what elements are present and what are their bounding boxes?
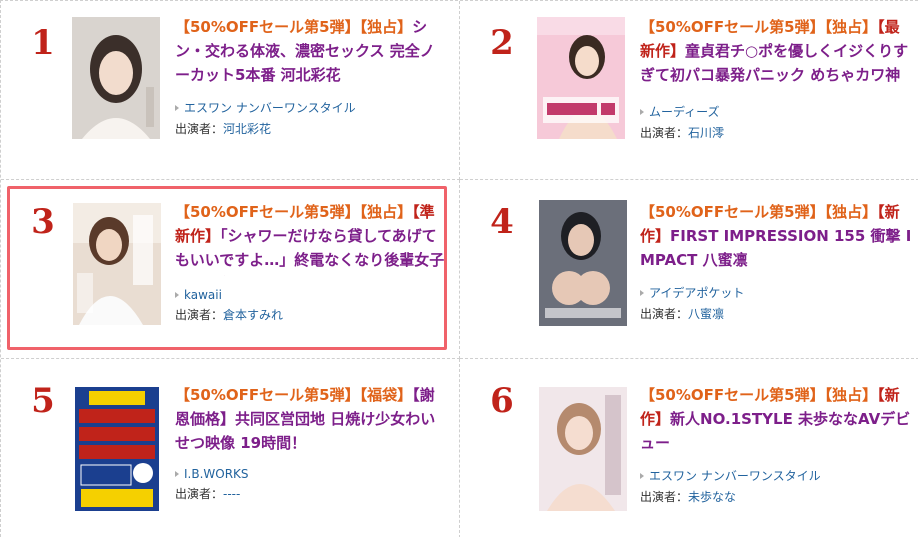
maker-link[interactable]: ムーディーズ [640,103,912,120]
sale-tag: 【50%OFFセール第5弾】 [175,18,360,36]
maker-name[interactable]: I.B.WORKS [184,467,249,481]
product-title[interactable]: 【50%OFFセール第5弾】【独占】シン・交わる体液、濃密セックス 完全ノーカッ… [175,15,447,87]
cast-link[interactable]: 八蜜凛 [688,307,724,321]
triangle-right-icon [175,292,179,298]
triangle-right-icon [175,104,179,111]
triangle-right-icon [640,108,644,115]
rank-number: 4 [490,202,514,242]
ranking-item[interactable]: 2 【50%OFFセール第5弾】【独占】【最新作】童貞君チ○ポを優しくイジくりす… [460,1,918,180]
cast-link[interactable]: 未歩なな [688,490,736,504]
sale-tag: 【50%OFFセール第5弾】 [640,203,825,221]
exclusive-tag: 【独占】 [824,386,878,404]
triangle-right-icon [640,289,644,296]
sale-tag: 【50%OFFセール第5弾】 [640,18,825,36]
maker-link[interactable]: kawaii [175,288,447,302]
product-thumbnail[interactable] [539,200,627,326]
rank-number: 2 [490,23,514,63]
product-title[interactable]: 【50%OFFセール第5弾】【独占】【準新作】「シャワーだけなら貸してあげてもい… [175,200,447,276]
triangle-right-icon [175,471,179,477]
exclusive-tag: 【独占】 [824,18,878,36]
rank-number: 3 [31,202,55,242]
rank-number: 1 [31,23,55,63]
product-title[interactable]: 【50%OFFセール第5弾】【福袋】【謝恩価格】共同区営団地 日焼け少女わいせつ… [175,383,447,455]
triangle-right-icon [640,472,644,479]
cast-label: 出演者： [640,126,689,140]
product-title[interactable]: 【50%OFFセール第5弾】【独占】【最新作】童貞君チ○ポを優しくイジくりすぎて… [640,15,912,91]
ranking-item[interactable]: 3 【50%OFFセール第5弾】【独占】【準新作】「シャワーだけなら貸してあげて… [1,180,460,359]
thumbnail-image-2 [537,17,625,139]
rank-number: 5 [31,381,55,421]
thumbnail-image-3 [73,203,161,325]
cast-line: 出演者：倉本すみれ [175,306,447,323]
ranking-item[interactable]: 5 【50%OFFセール第5弾】【福袋】【謝恩価格】共同区営団地 日焼け少女わい… [1,359,460,537]
cast-label: 出演者： [175,487,224,501]
cast-link[interactable]: ---- [223,487,240,501]
cast-link[interactable]: 倉本すみれ [223,308,283,322]
cast-line: 出演者：未歩なな [640,488,912,505]
title-text: FIRST IMPRESSION 155 衝撃 IMPACT 八蜜凛 [640,227,912,269]
bundle-tag: 【福袋】 [359,386,413,404]
ranking-item[interactable]: 4 【50%OFFセール第5弾】【独占】【新作】FIRST IMPRESSION… [460,180,918,359]
cast-link[interactable]: 石川澪 [688,126,724,140]
thumbnail-image-1 [72,17,160,139]
product-title[interactable]: 【50%OFFセール第5弾】【独占】【新作】FIRST IMPRESSION 1… [640,200,912,272]
cast-link[interactable]: 河北彩花 [223,122,271,136]
product-thumbnail[interactable] [72,17,160,139]
maker-name[interactable]: kawaii [184,288,222,302]
maker-name[interactable]: エスワン ナンバーワンスタイル [184,99,356,116]
cast-label: 出演者： [175,308,224,322]
thumbnail-image-6 [539,387,627,511]
sale-tag: 【50%OFFセール第5弾】 [175,386,360,404]
sale-tag: 【50%OFFセール第5弾】 [175,203,360,221]
ranking-grid: 1 【50%OFFセール第5弾】【独占】シン・交わる体液、濃密セックス 完全ノー… [0,0,918,537]
ranking-item[interactable]: 1 【50%OFFセール第5弾】【独占】シン・交わる体液、濃密セックス 完全ノー… [1,1,460,180]
product-title[interactable]: 【50%OFFセール第5弾】【独占】【新作】新人NO.1STYLE 未歩ななAV… [640,383,912,455]
product-thumbnail[interactable] [537,17,625,139]
maker-link[interactable]: I.B.WORKS [175,467,447,481]
thumbnail-image-5 [75,387,159,511]
exclusive-tag: 【独占】 [359,203,413,221]
maker-name[interactable]: エスワン ナンバーワンスタイル [649,467,821,484]
sale-tag: 【50%OFFセール第5弾】 [640,386,825,404]
title-text: 新人NO.1STYLE 未歩ななAVデビュー [640,410,911,452]
cast-line: 出演者：---- [175,485,447,502]
exclusive-tag: 【独占】 [824,203,878,221]
product-thumbnail[interactable] [539,387,627,511]
maker-link[interactable]: エスワン ナンバーワンスタイル [175,99,447,116]
maker-link[interactable]: エスワン ナンバーワンスタイル [640,467,912,484]
cast-line: 出演者：石川澪 [640,124,912,141]
cast-line: 出演者：河北彩花 [175,120,447,137]
cast-label: 出演者： [640,307,689,321]
product-thumbnail[interactable] [75,387,159,511]
cast-label: 出演者： [175,122,224,136]
maker-name[interactable]: ムーディーズ [649,103,720,120]
rank-number: 6 [490,381,514,421]
ranking-item[interactable]: 6 【50%OFFセール第5弾】【独占】【新作】新人NO.1STYLE 未歩なな… [460,359,918,537]
cast-line: 出演者：八蜜凛 [640,305,912,322]
cast-label: 出演者： [640,490,689,504]
maker-link[interactable]: アイデアポケット [640,284,912,301]
exclusive-tag: 【独占】 [359,18,413,36]
product-thumbnail[interactable] [73,203,161,325]
maker-name[interactable]: アイデアポケット [649,284,744,301]
thumbnail-image-4 [539,200,627,326]
